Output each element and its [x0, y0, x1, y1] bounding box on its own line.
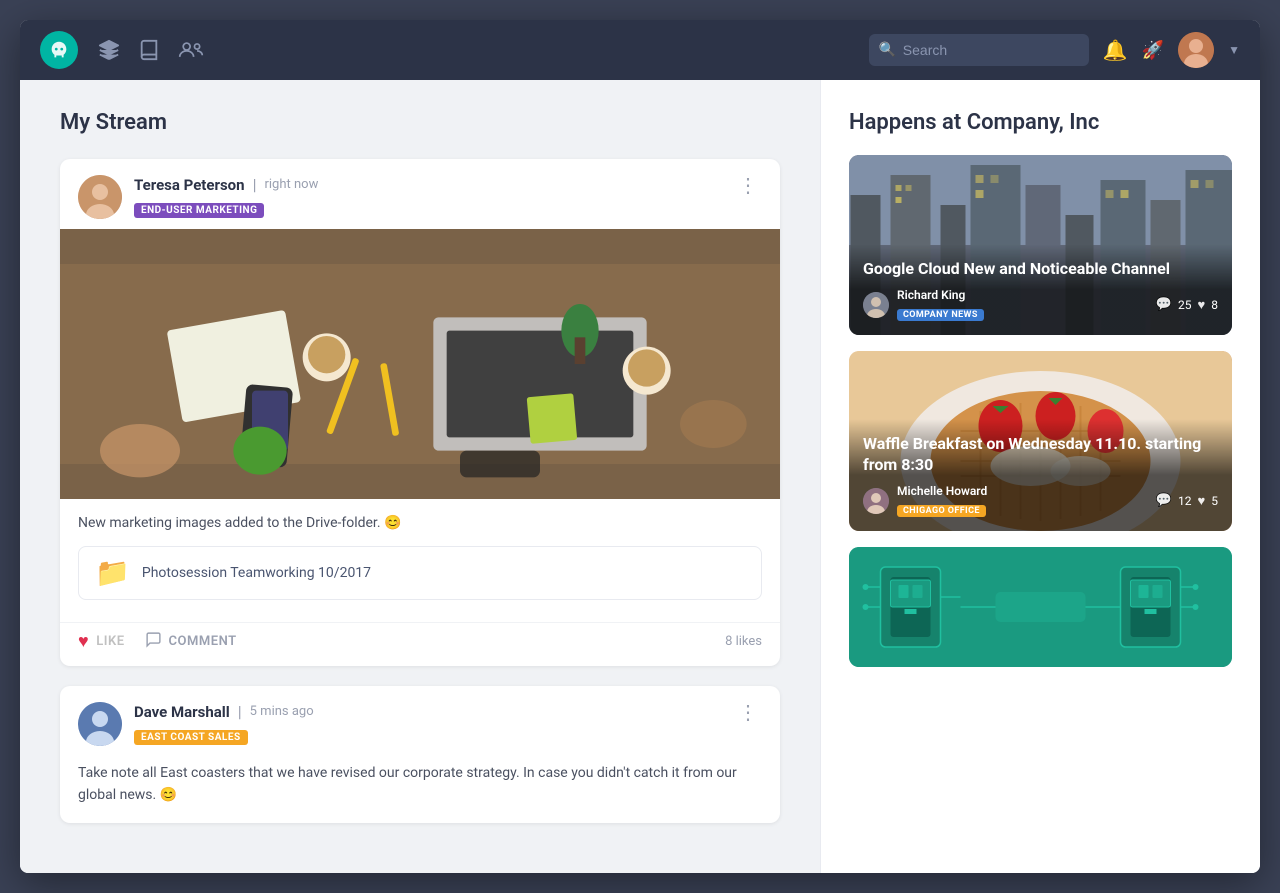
post-more-button[interactable]: ⋮ [734, 175, 762, 195]
post-author-name: Teresa Peterson [134, 176, 245, 194]
post-actions: ♥ LIKE COMMENT 8 likes [60, 622, 780, 666]
news-author-avatar-2 [863, 488, 889, 514]
like-label: LIKE [96, 634, 124, 649]
news-headline-2: Waffle Breakfast on Wednesday 11.10. sta… [863, 433, 1218, 476]
heart-icon: ♥ [78, 631, 89, 652]
post-tag[interactable]: END-USER MARKETING [134, 203, 264, 218]
search-input[interactable] [869, 34, 1089, 66]
news-card-1[interactable]: Google Cloud New and Noticeable Channel … [849, 155, 1232, 335]
post-caption: New marketing images added to the Drive-… [78, 513, 762, 534]
news-author-avatar-1 [863, 292, 889, 318]
right-panel: Happens at Company, Inc [820, 80, 1260, 873]
news-stats-1: 💬 25 ♥ 8 [1156, 297, 1218, 313]
feed-title: My Stream [60, 110, 780, 135]
like-button[interactable]: ♥ LIKE [78, 631, 125, 652]
folder-name: Photosession Teamworking 10/2017 [142, 565, 371, 581]
news-stats-2: 💬 12 ♥ 5 [1156, 493, 1218, 509]
post-author-avatar [78, 175, 122, 219]
nav-right: 🔍 🔔 🚀 ▼ [869, 32, 1240, 68]
news-author-row-1: Richard King COMPANY NEWS 💬 25 ♥ 8 [863, 288, 1218, 321]
post-header: Teresa Peterson | right now END-USER MAR… [60, 159, 780, 229]
post-folder[interactable]: 📁 Photosession Teamworking 10/2017 [78, 546, 762, 600]
news-headline-1: Google Cloud New and Noticeable Channel [863, 258, 1218, 280]
post-author-avatar-2 [78, 702, 122, 746]
news-overlay-1: Google Cloud New and Noticeable Channel … [849, 244, 1232, 335]
post-card-2: Dave Marshall | 5 mins ago EAST COAST SA… [60, 686, 780, 823]
news-card-3[interactable] [849, 547, 1232, 667]
post-image [60, 229, 780, 499]
book-icon[interactable] [138, 39, 160, 61]
search-wrap: 🔍 [869, 34, 1089, 66]
post-header-2: Dave Marshall | 5 mins ago EAST COAST SA… [60, 686, 780, 756]
post-timestamp: right now [264, 177, 318, 192]
nav-icons [98, 39, 849, 61]
post-timestamp-2: 5 mins ago [250, 704, 314, 719]
post-more-button-2[interactable]: ⋮ [734, 702, 762, 722]
folder-icon: 📁 [95, 559, 130, 587]
post-meta-2: Dave Marshall | 5 mins ago EAST COAST SA… [134, 702, 722, 745]
news-card-2[interactable]: Waffle Breakfast on Wednesday 11.10. sta… [849, 351, 1232, 531]
nav-chevron-icon[interactable]: ▼ [1228, 43, 1240, 57]
news-author-name-2: Michelle Howard [897, 484, 1148, 498]
post-meta: Teresa Peterson | right now END-USER MAR… [134, 175, 722, 218]
news-image-green [849, 547, 1232, 667]
news-comment-count-1: 25 [1178, 298, 1192, 312]
post-card: Teresa Peterson | right now END-USER MAR… [60, 159, 780, 666]
comment-button[interactable]: COMMENT [145, 631, 237, 652]
like-count: 8 likes [725, 634, 762, 649]
news-author-tag-1: COMPANY NEWS [897, 309, 984, 321]
app-window: 🔍 🔔 🚀 ▼ My Stream [20, 20, 1260, 873]
user-avatar-nav[interactable] [1178, 32, 1214, 68]
main-content: My Stream Teresa Peterson | [20, 80, 1260, 873]
news-author-name-1: Richard King [897, 288, 1148, 302]
logo-button[interactable] [40, 31, 78, 69]
news-author-row-2: Michelle Howard CHIGAGO OFFICE 💬 12 ♥ 5 [863, 484, 1218, 517]
comment-icon [145, 631, 162, 652]
layers-icon[interactable] [98, 39, 120, 61]
post-tag-2[interactable]: EAST COAST SALES [134, 730, 248, 745]
notification-icon[interactable]: 🔔 [1103, 38, 1128, 62]
heart-stat-icon: ♥ [1198, 297, 1206, 313]
rocket-icon[interactable]: 🚀 [1142, 40, 1164, 61]
panel-title: Happens at Company, Inc [849, 110, 1232, 135]
post-author-row: Teresa Peterson | right now [134, 175, 722, 194]
post-body: New marketing images added to the Drive-… [60, 499, 780, 622]
top-nav: 🔍 🔔 🚀 ▼ [20, 20, 1260, 80]
news-like-count-1: 8 [1211, 298, 1218, 312]
news-author-info-1: Richard King COMPANY NEWS [897, 288, 1148, 321]
post-author-row-2: Dave Marshall | 5 mins ago [134, 702, 722, 721]
heart-stat-icon-2: ♥ [1198, 493, 1206, 509]
news-author-tag-2: CHIGAGO OFFICE [897, 505, 986, 517]
post-text: Take note all East coasters that we have… [60, 756, 780, 823]
comment-label: COMMENT [169, 634, 237, 649]
news-author-info-2: Michelle Howard CHIGAGO OFFICE [897, 484, 1148, 517]
feed-section: My Stream Teresa Peterson | [20, 80, 820, 873]
comment-stat-icon: 💬 [1156, 297, 1172, 312]
post-author-name-2: Dave Marshall [134, 703, 230, 721]
comment-stat-icon-2: 💬 [1156, 493, 1172, 508]
news-overlay-2: Waffle Breakfast on Wednesday 11.10. sta… [849, 419, 1232, 531]
news-comment-count-2: 12 [1178, 494, 1192, 508]
people-icon[interactable] [178, 39, 204, 61]
news-like-count-2: 5 [1211, 494, 1218, 508]
